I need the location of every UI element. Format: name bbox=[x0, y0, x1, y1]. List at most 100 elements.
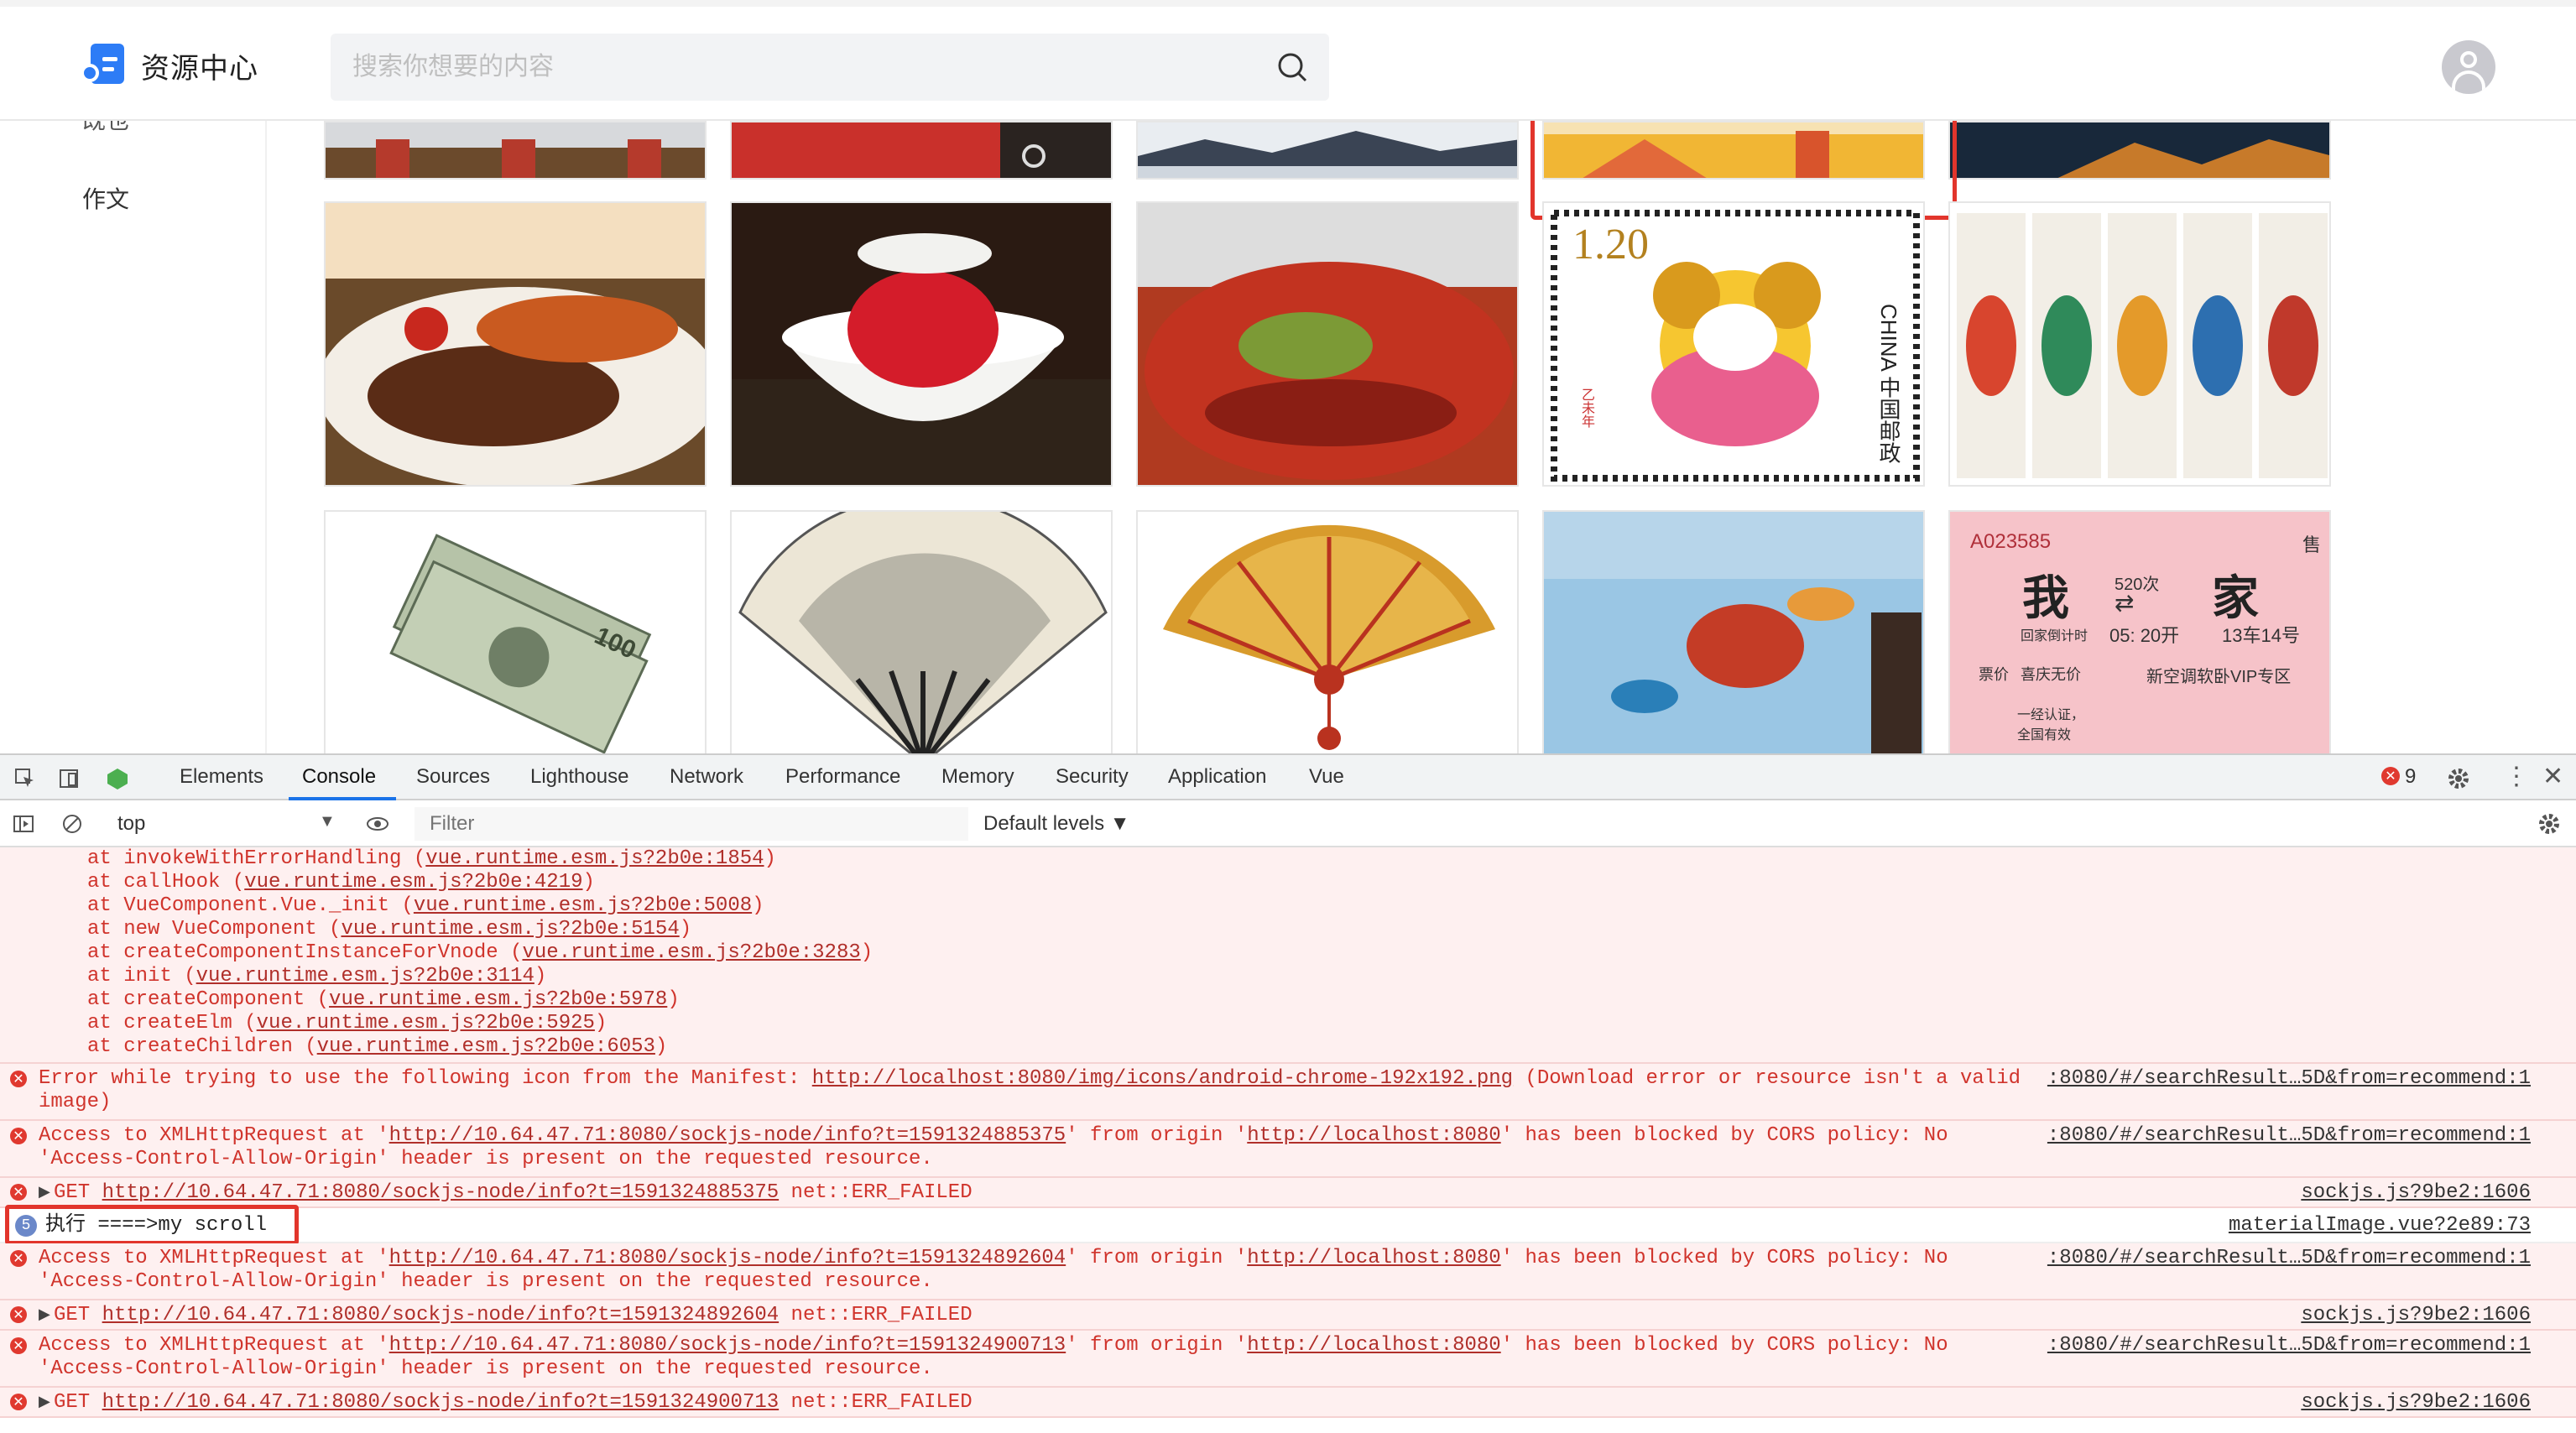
stack-trace-lines: at invokeWithErrorHandling (vue.runtime.… bbox=[0, 847, 2576, 970]
image-tile-zodiac-stamps[interactable] bbox=[1948, 201, 2331, 487]
request-url-link[interactable]: http://10.64.47.71:8080/sockjs-node/info… bbox=[389, 1334, 1066, 1357]
stack-line-2: at callHook (vue.runtime.esm.js?2b0e:421… bbox=[87, 871, 595, 894]
origin-link[interactable]: http://localhost:8080 bbox=[1247, 1124, 1500, 1147]
ticket-price: 喜庆无价 bbox=[2021, 666, 2081, 683]
top-scroll-strip bbox=[0, 0, 2576, 7]
source-link[interactable]: :8080/#/searchResult…5D&from=recommend:1 bbox=[2047, 1247, 2531, 1269]
user-avatar[interactable] bbox=[2442, 40, 2495, 94]
stack-line-8: at createElm (vue.runtime.esm.js?2b0e:59… bbox=[87, 1012, 607, 1034]
image-tile-fish-chili[interactable] bbox=[1136, 201, 1519, 487]
image-tile-palace[interactable] bbox=[324, 121, 707, 180]
request-url-link[interactable]: http://10.64.47.71:8080/sockjs-node/info… bbox=[102, 1181, 780, 1204]
image-tile-wall-painting[interactable] bbox=[1542, 510, 1925, 753]
stack-line-7: at createComponent (vue.runtime.esm.js?2… bbox=[87, 988, 680, 1011]
origin-link[interactable]: http://localhost:8080 bbox=[1247, 1334, 1500, 1357]
context-dropdown-icon[interactable]: ▼ bbox=[319, 812, 336, 831]
live-expression-eye-icon[interactable] bbox=[366, 812, 389, 836]
site-logo-icon[interactable] bbox=[81, 44, 126, 86]
search-input[interactable] bbox=[351, 34, 1240, 101]
stack-link[interactable]: vue.runtime.esm.js?2b0e:3114 bbox=[196, 965, 534, 987]
origin-link[interactable]: http://localhost:8080 bbox=[1247, 1247, 1500, 1269]
source-link[interactable]: materialImage.vue?2e89:73 bbox=[2229, 1214, 2531, 1237]
stamp-value: 1.20 bbox=[1572, 221, 1649, 268]
show-sidebar-icon[interactable] bbox=[12, 812, 35, 836]
error-count-icon[interactable]: ✕ bbox=[2381, 767, 2400, 785]
console-toolbar: top ▼ Default levels ▼ bbox=[0, 800, 2576, 847]
close-devtools-icon[interactable]: ✕ bbox=[2542, 762, 2563, 791]
tab-elements[interactable]: Elements bbox=[180, 765, 263, 789]
devtools-tabbar: Elements Console Sources Lighthouse Netw… bbox=[0, 755, 2576, 800]
tab-security[interactable]: Security bbox=[1056, 765, 1129, 789]
expand-triangle-icon[interactable]: ▶ bbox=[39, 1183, 50, 1201]
image-tile-dollar-bills[interactable]: 100 bbox=[324, 510, 707, 753]
expand-triangle-icon[interactable]: ▶ bbox=[39, 1393, 50, 1411]
tab-console[interactable]: Console bbox=[302, 765, 376, 789]
site-name[interactable]: 资源中心 bbox=[141, 45, 258, 86]
tab-application[interactable]: Application bbox=[1168, 765, 1266, 789]
tab-vue[interactable]: Vue bbox=[1309, 765, 1344, 789]
vue-devtools-icon[interactable] bbox=[106, 767, 129, 790]
stack-link[interactable]: vue.runtime.esm.js?2b0e:4219 bbox=[244, 871, 582, 894]
console-filter-input[interactable] bbox=[415, 807, 968, 841]
source-link[interactable]: sockjs.js?9be2:1606 bbox=[2301, 1391, 2531, 1414]
console-settings-gear-icon[interactable] bbox=[2537, 812, 2561, 836]
stack-link[interactable]: vue.runtime.esm.js?2b0e:5008 bbox=[414, 894, 752, 917]
stack-link[interactable]: vue.runtime.esm.js?2b0e:1854 bbox=[425, 847, 764, 870]
stack-link[interactable]: vue.runtime.esm.js?2b0e:6053 bbox=[317, 1035, 655, 1058]
image-tile-ink-fan[interactable] bbox=[730, 510, 1113, 753]
stack-link[interactable]: vue.runtime.esm.js?2b0e:5925 bbox=[257, 1012, 595, 1034]
sidebar: 既也 作文 bbox=[0, 107, 267, 753]
request-url-link[interactable]: http://10.64.47.71:8080/sockjs-node/info… bbox=[389, 1247, 1066, 1269]
clear-console-icon[interactable] bbox=[60, 812, 84, 836]
source-link[interactable]: :8080/#/searchResult…5D&from=recommend:1 bbox=[2047, 1334, 2531, 1357]
image-tile-mountain-sunset[interactable] bbox=[1948, 121, 2331, 180]
ticket-time: 05: 20开 bbox=[2109, 625, 2180, 646]
tab-performance[interactable]: Performance bbox=[785, 765, 900, 789]
tab-lighthouse[interactable]: Lighthouse bbox=[530, 765, 628, 789]
stack-link[interactable]: vue.runtime.esm.js?2b0e:3283 bbox=[522, 941, 860, 964]
image-tile-sheep-stamp[interactable]: 1.20 CHINA 中国邮政 乙未年 bbox=[1542, 201, 1925, 487]
request-url-link[interactable]: http://10.64.47.71:8080/sockjs-node/info… bbox=[102, 1304, 780, 1326]
console-error-manifest: ✕ Error while trying to use the followin… bbox=[0, 1064, 2576, 1121]
image-tile-snow-mountain[interactable] bbox=[1136, 121, 1519, 180]
image-tile-strawberry-dessert[interactable] bbox=[730, 201, 1113, 487]
source-link[interactable]: :8080/#/searchResult…5D&from=recommend:1 bbox=[2047, 1124, 2531, 1147]
sidebar-item-composition[interactable]: 作文 bbox=[82, 181, 129, 215]
log-levels-dropdown[interactable]: Default levels ▼ bbox=[983, 812, 1130, 836]
cors-error-line2: 'Access-Control-Allow-Origin' header is … bbox=[39, 1357, 933, 1380]
stack-link[interactable]: vue.runtime.esm.js?2b0e:5154 bbox=[341, 918, 679, 941]
ticket-note-1: 一经认证， bbox=[2017, 708, 2085, 722]
device-toolbar-icon[interactable] bbox=[57, 767, 81, 790]
stack-link[interactable]: vue.runtime.esm.js?2b0e:5978 bbox=[329, 988, 667, 1011]
manifest-icon-link[interactable]: http://localhost:8080/img/icons/android-… bbox=[812, 1067, 1513, 1090]
image-tile-steak-dish[interactable] bbox=[324, 201, 707, 487]
tab-memory[interactable]: Memory bbox=[941, 765, 1014, 789]
image-tile-red-fan[interactable] bbox=[1136, 510, 1519, 753]
image-tile-red-bag[interactable] bbox=[730, 121, 1113, 180]
console-error-get: ✕ ▶ GET http://10.64.47.71:8080/sockjs-n… bbox=[0, 1388, 2576, 1418]
expand-triangle-icon[interactable]: ▶ bbox=[39, 1305, 50, 1324]
error-count[interactable]: 9 bbox=[2405, 765, 2416, 789]
cors-error-line2: 'Access-Control-Allow-Origin' header is … bbox=[39, 1148, 933, 1170]
error-icon: ✕ bbox=[10, 1184, 27, 1201]
tab-sources[interactable]: Sources bbox=[416, 765, 490, 789]
request-url-link[interactable]: http://10.64.47.71:8080/sockjs-node/info… bbox=[389, 1124, 1066, 1147]
tab-network[interactable]: Network bbox=[670, 765, 743, 789]
more-options-icon[interactable]: ⋮ bbox=[2504, 762, 2529, 791]
stack-line-3: at VueComponent.Vue._init (vue.runtime.e… bbox=[87, 894, 764, 917]
search-bar bbox=[331, 34, 1329, 101]
console-error-get: ✕ ▶ GET http://10.64.47.71:8080/sockjs-n… bbox=[0, 1300, 2576, 1331]
image-tile-train-ticket[interactable]: A023585 售 我 520次 ⇄ 家 回家倒计时 05: 20开 13车14… bbox=[1948, 510, 2331, 753]
source-link[interactable]: :8080/#/searchResult…5D&from=recommend:1 bbox=[2047, 1067, 2531, 1090]
request-url-link[interactable]: http://10.64.47.71:8080/sockjs-node/info… bbox=[102, 1391, 780, 1414]
context-selector[interactable]: top bbox=[117, 812, 145, 836]
ticket-time-label: 回家倒计时 bbox=[2021, 629, 2088, 644]
source-link[interactable]: sockjs.js?9be2:1606 bbox=[2301, 1181, 2531, 1204]
error-icon: ✕ bbox=[10, 1306, 27, 1323]
source-link[interactable]: sockjs.js?9be2:1606 bbox=[2301, 1304, 2531, 1326]
settings-gear-icon[interactable] bbox=[2447, 767, 2470, 790]
ticket-from: 我 bbox=[2022, 571, 2069, 624]
search-icon[interactable] bbox=[1275, 50, 1309, 84]
inspect-element-icon[interactable] bbox=[13, 767, 37, 790]
stamp-country: CHINA 中国邮政 bbox=[1876, 304, 1901, 464]
